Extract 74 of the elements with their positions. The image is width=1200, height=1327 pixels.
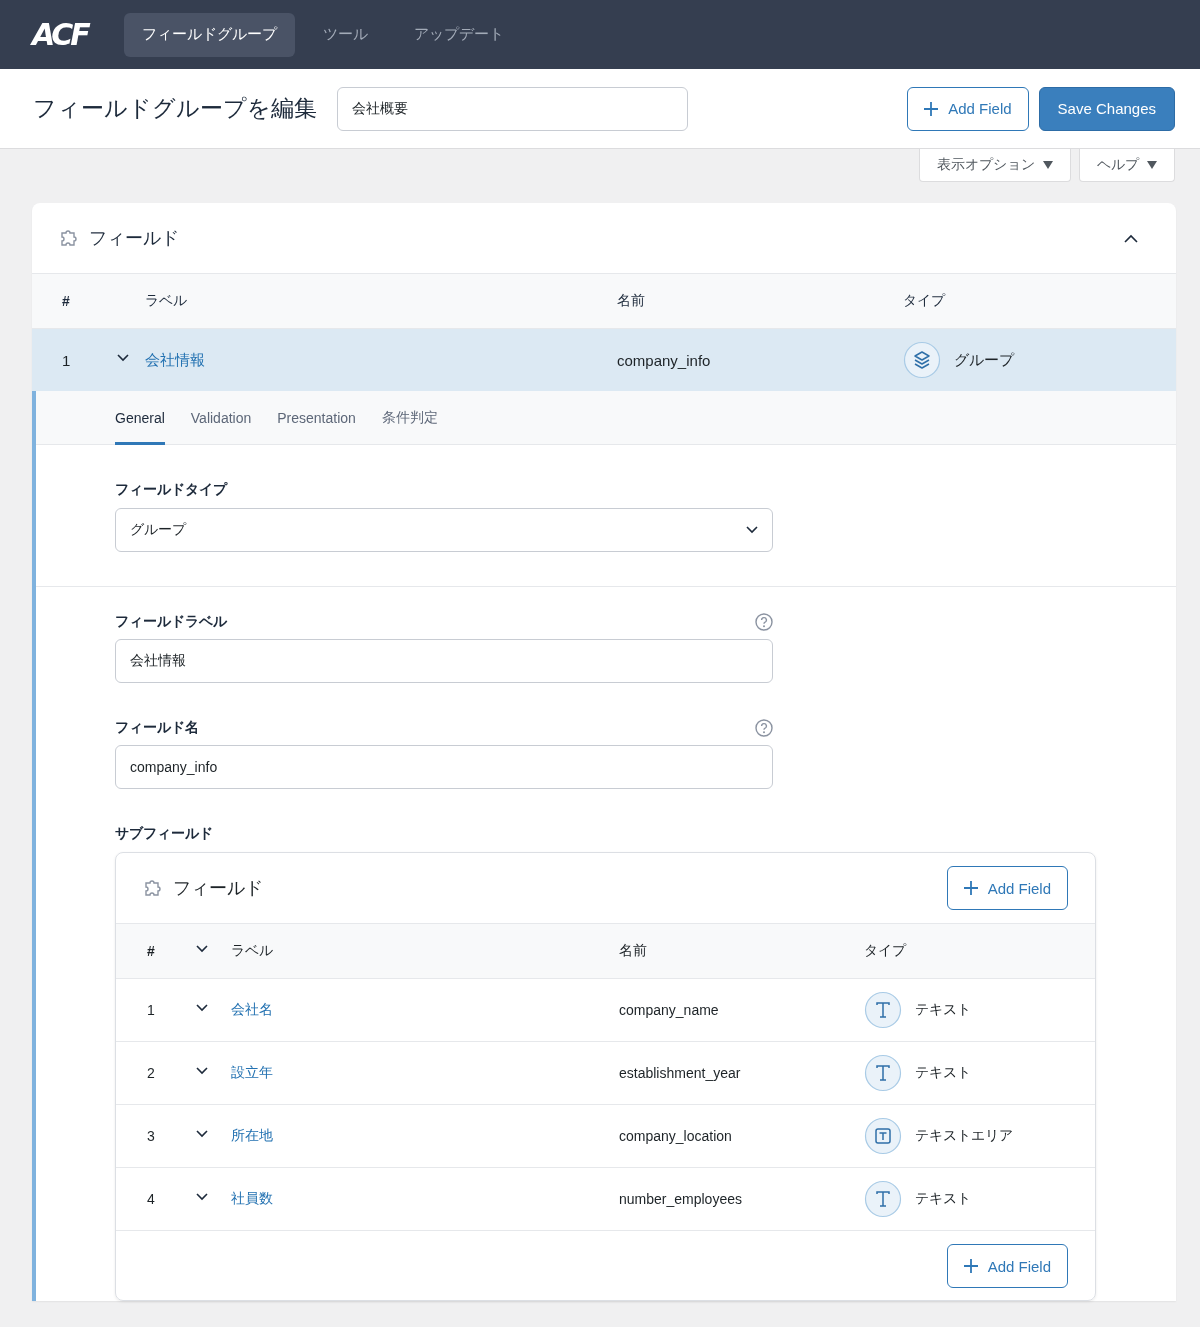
settings-tab[interactable]: Presentation <box>277 391 356 445</box>
column-header: ラベル <box>231 942 274 960</box>
field-name-field[interactable]: company_info <box>115 745 773 789</box>
settings-tab[interactable]: General <box>115 391 165 445</box>
subfield-row[interactable]: 4 社員数 number_employees テキスト <box>116 1168 1095 1231</box>
field-number: 3 <box>147 1128 156 1144</box>
settings-tab[interactable]: 条件判定 <box>381 391 438 445</box>
field-name: company_location <box>619 1128 733 1144</box>
field-name: establishment_year <box>619 1065 742 1081</box>
add-field-button[interactable]: Add Field <box>907 86 1029 131</box>
caret-icon <box>1043 161 1053 169</box>
field-label-link[interactable]: 社員数 <box>231 1190 619 1208</box>
field-type: テキストエリア <box>915 1127 1013 1145</box>
column-header: 名前 <box>619 942 648 960</box>
add-field-button[interactable]: Add Field <box>946 1244 1068 1288</box>
chevron-icon <box>746 526 758 534</box>
caret-icon <box>1147 161 1157 169</box>
field-label-link[interactable]: 設立年 <box>231 1064 619 1082</box>
screen-options-button[interactable]: 表示オプション <box>919 149 1071 182</box>
nav-tab[interactable]: フィールドグループ <box>123 12 295 57</box>
logo[interactable]: ACF <box>32 17 88 52</box>
screen-options-button[interactable]: ヘルプ <box>1079 149 1175 182</box>
plus-icon <box>963 1259 978 1273</box>
plus-icon <box>963 881 978 895</box>
field-type: テキスト <box>915 1064 971 1082</box>
field-name: company_info <box>617 351 712 369</box>
text-box-icon <box>864 1117 902 1155</box>
nav-tab[interactable]: ツール <box>304 12 386 57</box>
field-type: テキスト <box>915 1190 971 1208</box>
field-type: テキスト <box>915 1001 971 1019</box>
panel-title: フィールド <box>89 227 180 250</box>
help-icon[interactable] <box>755 719 773 737</box>
column-header: # <box>62 293 71 309</box>
setting-label: フィールドラベル <box>115 613 227 631</box>
subfields-label: サブフィールド <box>115 825 214 843</box>
field-label-link[interactable]: 会社名 <box>231 1001 619 1019</box>
column-header: ラベル <box>145 292 188 310</box>
field-name: number_employees <box>619 1191 743 1207</box>
text-icon <box>864 1180 902 1218</box>
subfield-row[interactable]: 3 所在地 company_location テキストエリア <box>116 1105 1095 1168</box>
settings-tab[interactable]: Validation <box>190 391 252 445</box>
add-field-button[interactable]: Add Field <box>946 866 1068 910</box>
field-type-select[interactable]: グループ <box>115 508 773 552</box>
subfields-title: フィールド <box>173 877 264 900</box>
field-number: 1 <box>147 1002 156 1018</box>
page-title: フィールドグループを編集 <box>33 94 317 123</box>
puzzle-icon <box>59 228 79 248</box>
nav-tab[interactable]: アップデート <box>395 12 522 57</box>
help-icon[interactable] <box>755 613 773 631</box>
plus-icon <box>924 101 939 116</box>
column-header: タイプ <box>864 942 908 960</box>
subfield-row[interactable]: 1 会社名 company_name テキスト <box>116 979 1095 1042</box>
setting-label: フィールド名 <box>115 719 199 737</box>
column-header: 名前 <box>617 292 646 310</box>
field-number: 4 <box>147 1191 156 1207</box>
field-name: company_name <box>619 1002 720 1018</box>
field-type-label: フィールドタイプ <box>115 481 229 499</box>
save-button[interactable]: Save Changes <box>1038 86 1175 131</box>
layers-icon <box>903 341 941 379</box>
puzzle-icon <box>143 878 163 898</box>
field-row[interactable]: 1 会社情報 company_info グループ <box>32 329 1176 391</box>
field-number: 1 <box>62 351 72 369</box>
subfield-row[interactable]: 2 設立年 establishment_year テキスト <box>116 1042 1095 1105</box>
field-label-link[interactable]: 所在地 <box>231 1127 619 1145</box>
field-label-link[interactable]: 会社情報 <box>145 350 617 370</box>
column-header: タイプ <box>903 292 947 310</box>
text-icon <box>864 991 902 1029</box>
field-label-field[interactable]: 会社情報 <box>115 639 773 683</box>
title-field[interactable]: 会社概要 <box>337 86 688 131</box>
field-type: グループ <box>954 350 1014 370</box>
field-number: 2 <box>147 1065 156 1081</box>
collapse-icon[interactable] <box>1124 233 1138 243</box>
column-header: # <box>147 943 156 959</box>
text-icon <box>864 1054 902 1092</box>
